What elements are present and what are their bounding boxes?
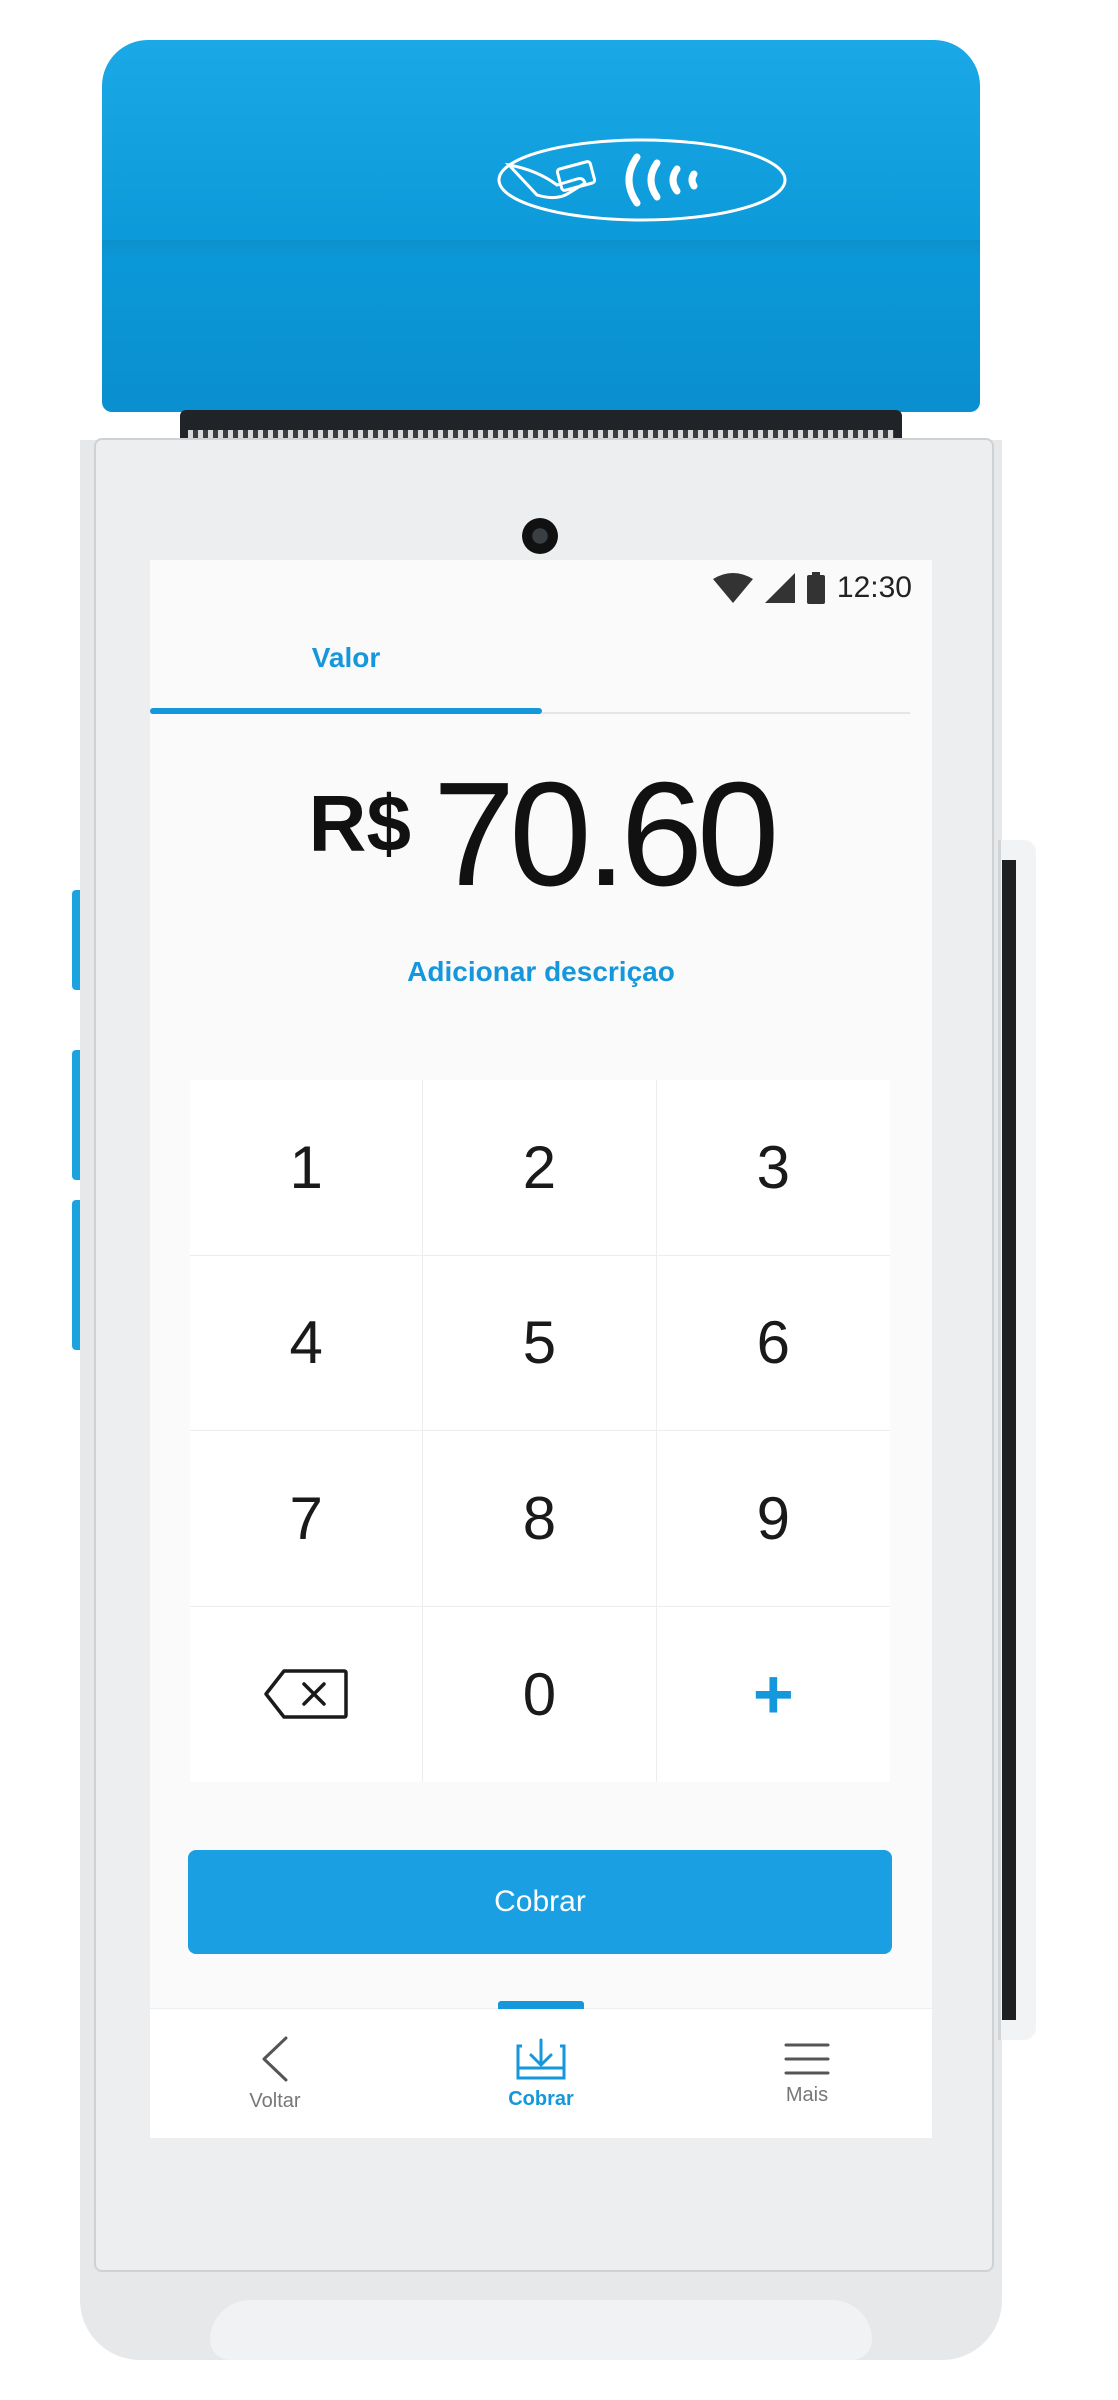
currency-symbol: R$ [308, 779, 411, 868]
key-6[interactable]: 6 [656, 1256, 890, 1431]
menu-icon [784, 2043, 830, 2074]
app-screen: 12:30 Valor R$ 70.60 Adicionar descriçao… [150, 560, 932, 2138]
nav-cobrar-label: Cobrar [508, 2087, 574, 2110]
status-bar: 12:30 [712, 568, 912, 608]
backspace-key[interactable] [190, 1606, 424, 1782]
key-7[interactable]: 7 [190, 1431, 424, 1607]
nav-voltar-label: Voltar [249, 2089, 301, 2112]
amount-value: 70.60 [432, 752, 779, 917]
nav-voltar[interactable]: Voltar [185, 2009, 365, 2138]
key-9[interactable]: 9 [656, 1431, 890, 1607]
key-1[interactable]: 1 [190, 1080, 424, 1256]
nav-mais-label: Mais [785, 2083, 829, 2106]
printer-cap [102, 40, 980, 412]
volume-down-button[interactable] [72, 1200, 80, 1350]
battery-icon [806, 572, 825, 604]
contactless-payment-icon [497, 138, 787, 222]
amount-display: R$ 70.60 [150, 760, 932, 910]
key-0[interactable]: 0 [423, 1606, 657, 1782]
tab-bar: Valor [150, 608, 910, 714]
active-tab-indicator [150, 708, 542, 714]
device-base [210, 2300, 872, 2360]
key-4[interactable]: 4 [190, 1255, 424, 1431]
tab-valor[interactable]: Valor [150, 608, 542, 708]
download-tray-icon [516, 2038, 566, 2079]
chevron-left-icon [262, 2036, 288, 2081]
front-camera [522, 518, 558, 554]
key-5[interactable]: 5 [423, 1255, 657, 1431]
wifi-icon [712, 573, 753, 603]
nav-active-indicator [498, 2001, 584, 2009]
signal-icon [764, 573, 795, 603]
numeric-keypad: 1 2 3 4 5 6 7 8 9 0 + [190, 1080, 890, 1782]
key-3[interactable]: 3 [656, 1080, 890, 1256]
plus-key[interactable]: + [657, 1607, 890, 1783]
status-time: 12:30 [836, 571, 912, 604]
nav-cobrar[interactable]: Cobrar [451, 2009, 631, 2138]
nav-mais[interactable]: Mais [717, 2009, 897, 2138]
add-description-link[interactable]: Adicionar descriçao [150, 956, 932, 988]
volume-up-button[interactable] [72, 1050, 80, 1180]
key-2[interactable]: 2 [423, 1080, 657, 1256]
bottom-nav: Voltar Cobrar Mais [150, 2001, 932, 2138]
cobrar-button[interactable]: Cobrar [188, 1850, 892, 1954]
card-reader-slot [998, 840, 1036, 2040]
key-8[interactable]: 8 [423, 1431, 657, 1607]
backspace-icon [264, 1669, 348, 1719]
side-button[interactable] [72, 890, 80, 990]
